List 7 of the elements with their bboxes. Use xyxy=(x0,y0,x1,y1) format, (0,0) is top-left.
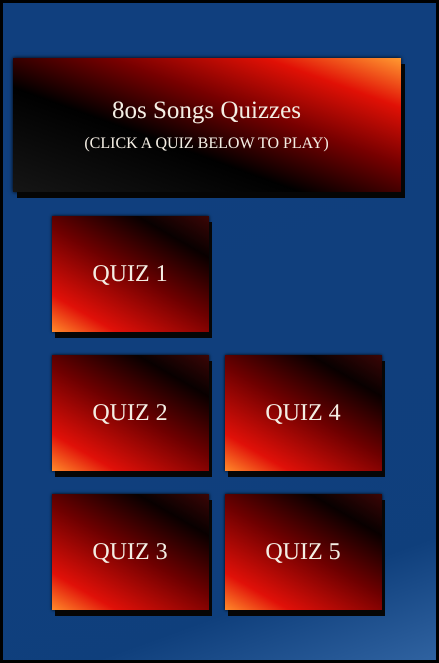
quiz-tile[interactable]: QUIZ 3 xyxy=(52,494,208,610)
page-title: 8os Songs Quizzes xyxy=(112,97,301,125)
instruction-text: (CLICK A QUIZ BELOW TO PLAY) xyxy=(84,135,329,153)
quiz-tile[interactable]: QUIZ 4 xyxy=(224,355,382,471)
quiz-tile[interactable]: QUIZ 1 xyxy=(52,216,208,332)
quiz-tile[interactable]: QUIZ 2 xyxy=(52,355,208,471)
quiz-tile[interactable]: QUIZ 5 xyxy=(224,494,382,610)
